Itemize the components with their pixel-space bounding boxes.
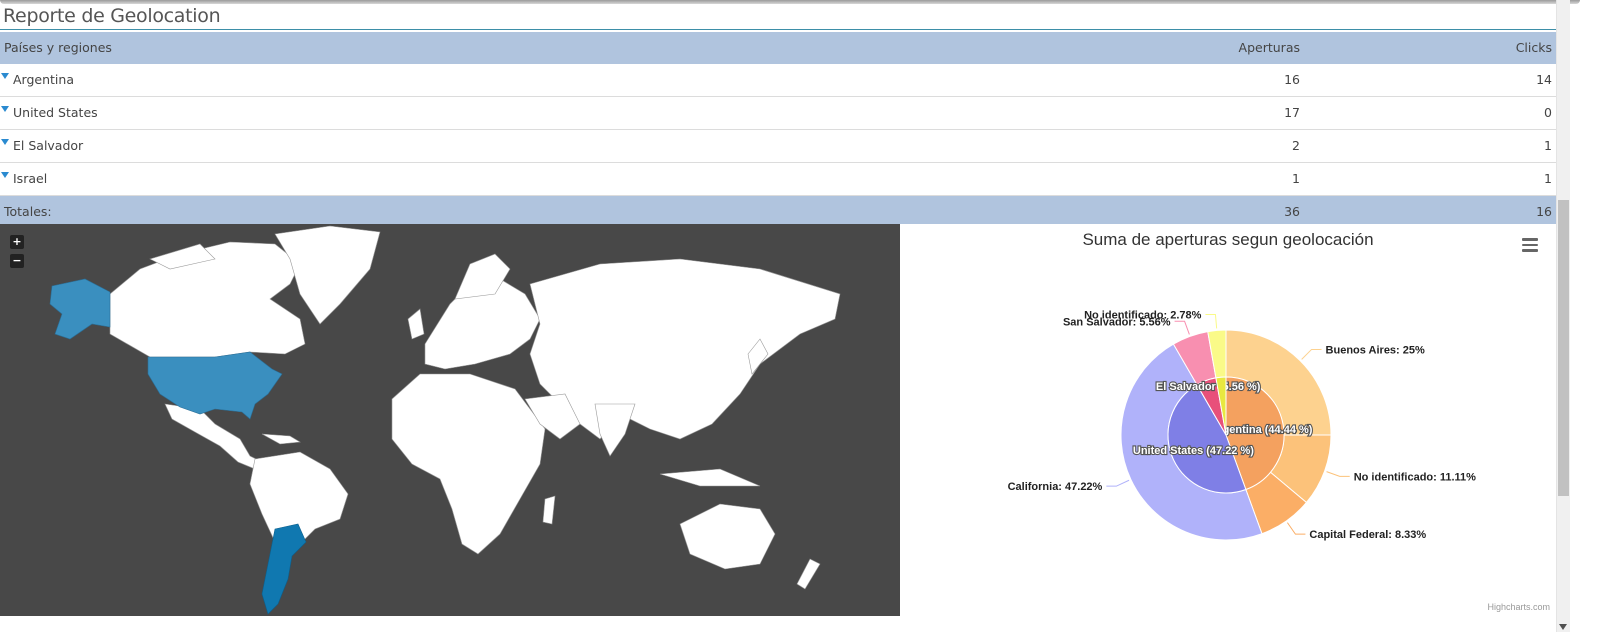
expand-triangle-icon[interactable] xyxy=(1,73,9,79)
opens-value: 16 xyxy=(1284,72,1300,87)
pie-outer-label: Buenos Aires: 25% xyxy=(1326,344,1425,356)
pie-outer-label: Capital Federal: 8.33% xyxy=(1309,529,1426,541)
map-region-uk xyxy=(407,308,425,340)
map-region-argentina xyxy=(261,523,307,615)
highcharts-credits[interactable]: Highcharts.com xyxy=(1487,602,1550,612)
zoom-in-button[interactable]: + xyxy=(10,235,24,249)
map-region-australia xyxy=(679,503,776,570)
column-header-clicks: Clicks xyxy=(1515,40,1552,55)
country-name: United States xyxy=(13,105,98,120)
map-region-asia xyxy=(529,258,841,440)
totals-clicks: 16 xyxy=(1536,204,1552,219)
clicks-value: 1 xyxy=(1544,138,1552,153)
scrollbar-thumb[interactable] xyxy=(1558,200,1569,496)
zoom-out-button[interactable]: − xyxy=(10,254,24,268)
expand-triangle-icon[interactable] xyxy=(1,172,9,178)
pie-inner-label: El Salvador (5.56 %) xyxy=(1156,381,1261,393)
pie-inner-label: United States (47.22 %) xyxy=(1133,445,1254,457)
clicks-value: 0 xyxy=(1544,105,1552,120)
table-row[interactable]: Argentina 16 14 xyxy=(0,64,1556,97)
geolocation-table: Países y regiones Aperturas Clicks Argen… xyxy=(0,32,1556,228)
opens-value: 17 xyxy=(1284,105,1300,120)
column-header-opens: Aperturas xyxy=(1238,40,1300,55)
table-row[interactable]: Israel 1 1 xyxy=(0,163,1556,196)
scroll-down-arrow-icon[interactable] xyxy=(1559,624,1567,630)
map-region-africa xyxy=(391,373,546,555)
column-header-countries: Países y regiones xyxy=(4,40,112,55)
vertical-scrollbar[interactable] xyxy=(1556,0,1570,632)
totals-opens: 36 xyxy=(1284,204,1300,219)
top-bar-shadow xyxy=(0,0,1580,4)
pie-outer-label: No identificado: 2.78% xyxy=(1084,309,1202,321)
map-region-alaska xyxy=(49,278,111,340)
pie-connector-line xyxy=(1286,522,1306,535)
pie-outer-label: No identificado: 11.11% xyxy=(1354,471,1476,483)
clicks-value: 14 xyxy=(1536,72,1552,87)
world-map[interactable]: + − xyxy=(0,224,900,616)
map-region-indonesia xyxy=(659,468,761,487)
pie-outer-label: California: 47.22% xyxy=(1008,481,1103,493)
country-name: El Salvador xyxy=(13,138,84,153)
title-divider xyxy=(0,29,1556,30)
expand-triangle-icon[interactable] xyxy=(1,139,9,145)
map-region-india xyxy=(594,403,636,457)
pie-connector-line xyxy=(1205,313,1218,329)
pie-chart-svg: Buenos Aires: 25% No identificado: 11.11%… xyxy=(1008,309,1477,541)
expand-triangle-icon[interactable] xyxy=(1,106,9,112)
pie-connector-line xyxy=(1106,479,1130,487)
country-name: Argentina xyxy=(13,72,74,87)
clicks-value: 1 xyxy=(1544,171,1552,186)
bottom-strip xyxy=(0,616,1556,632)
world-map-svg xyxy=(49,225,841,615)
table-row[interactable]: El Salvador 2 1 xyxy=(0,130,1556,163)
map-region-madagascar xyxy=(542,495,556,525)
pie-connector-line xyxy=(1174,320,1190,335)
opens-value: 2 xyxy=(1292,138,1300,153)
geolocation-chart: Suma de aperturas segun geolocación Buen… xyxy=(900,224,1556,616)
opens-value: 1 xyxy=(1292,171,1300,186)
totals-label: Totales: xyxy=(4,204,52,219)
map-region-new-zealand xyxy=(796,558,821,590)
map-region-caribbean xyxy=(261,433,301,445)
pie-connector-line xyxy=(1301,348,1322,360)
country-name: Israel xyxy=(13,171,48,186)
page-title: Reporte de Geolocation xyxy=(3,5,221,27)
pie-connector-line xyxy=(1326,471,1350,477)
table-row[interactable]: United States 17 0 xyxy=(0,97,1556,130)
table-header-row: Países y regiones Aperturas Clicks xyxy=(0,32,1556,64)
